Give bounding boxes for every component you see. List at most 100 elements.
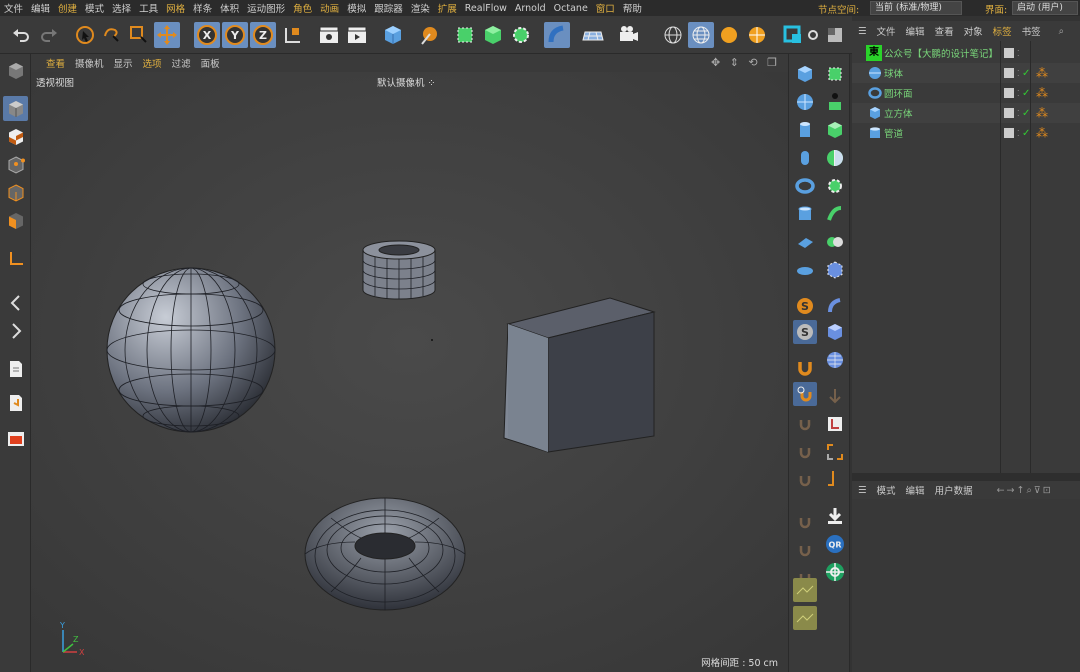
hamburger-icon[interactable]: ☰ <box>852 485 872 496</box>
menu-octane[interactable]: Octane <box>550 3 592 14</box>
menu-extensions[interactable]: 扩展 <box>434 1 461 15</box>
object-name[interactable]: 球体 <box>884 66 903 80</box>
palette-corner-2[interactable] <box>823 466 847 490</box>
active-camera-label[interactable]: 默认摄像机 ⁘ <box>377 75 436 89</box>
tube-object[interactable] <box>362 240 436 300</box>
menu-mode[interactable]: 模式 <box>81 1 108 15</box>
node-space-select[interactable]: 当前 (标准/物理) <box>870 1 962 15</box>
viewport-menu-display[interactable]: 显示 <box>109 56 138 70</box>
visibility-dots-icon[interactable]: ⁚ <box>1017 89 1020 98</box>
palette-spline-s2[interactable]: S <box>793 320 817 344</box>
lines-display-button[interactable] <box>688 22 714 48</box>
floor-button[interactable] <box>580 22 606 48</box>
phong-tag-icon[interactable]: ⁂ <box>1036 86 1048 100</box>
palette-torus[interactable] <box>793 174 817 198</box>
hamburger-icon[interactable]: ☰ <box>852 26 872 37</box>
menu-tools[interactable]: 工具 <box>135 1 162 15</box>
menu-spline[interactable]: 样条 <box>189 1 216 15</box>
phong-tag-icon[interactable]: ⁂ <box>1036 126 1048 140</box>
z-axis-lock-button[interactable]: Z <box>250 22 276 48</box>
viewport-menu-options[interactable]: 选项 <box>138 56 167 70</box>
viewport-menu-cameras[interactable]: 摄像机 <box>70 56 109 70</box>
workplane-button[interactable] <box>822 22 848 48</box>
object-row-torus[interactable]: 圆环面 ⁚ ✓ ⁂ <box>852 83 1080 103</box>
axis-mode-button[interactable] <box>3 246 28 271</box>
om-menu-view[interactable]: 查看 <box>930 24 959 38</box>
box-select-button[interactable] <box>126 22 152 48</box>
polygons-mode-button[interactable] <box>3 208 28 233</box>
palette-cylinder[interactable] <box>793 118 817 142</box>
shading-button[interactable] <box>716 22 742 48</box>
points-mode-button[interactable] <box>3 152 28 177</box>
palette-correction[interactable] <box>823 412 847 436</box>
menu-realflow[interactable]: RealFlow <box>461 3 511 14</box>
palette-spline-s[interactable]: S <box>793 294 817 318</box>
nav-arrows-icon[interactable]: ←→↑⌕⊽⊡ <box>992 485 1058 496</box>
palette-capsule[interactable] <box>793 146 817 170</box>
texture-mode-button[interactable] <box>3 124 28 149</box>
menu-mograph[interactable]: 运动图形 <box>243 1 289 15</box>
visibility-dots-icon[interactable]: ⁚ <box>1017 109 1020 118</box>
object-name[interactable]: 管道 <box>884 126 903 140</box>
viewport-menu-view[interactable]: 查看 <box>41 56 70 70</box>
palette-figure[interactable] <box>823 90 847 114</box>
undo-button[interactable] <box>8 22 34 48</box>
folder-button[interactable] <box>3 426 28 451</box>
visibility-dots-icon[interactable]: ⁚ <box>1017 129 1020 138</box>
visibility-dots-icon[interactable]: ⁚ <box>1017 49 1020 58</box>
object-name[interactable]: 立方体 <box>884 106 913 120</box>
object-row-tube[interactable]: 管道 ⁚ ✓ ⁂ <box>852 123 1080 143</box>
layer-toggle-icon[interactable] <box>1004 48 1014 58</box>
cube-object-button[interactable] <box>380 22 406 48</box>
move-tool-button[interactable] <box>154 22 180 48</box>
previous-button[interactable] <box>3 290 28 315</box>
palette-sphere[interactable] <box>793 90 817 114</box>
menu-character[interactable]: 角色 <box>289 1 316 15</box>
menu-mesh[interactable]: 网格 <box>162 1 189 15</box>
object-row-cube[interactable]: 立方体 ⁚ ✓ ⁂ <box>852 103 1080 123</box>
menu-file[interactable]: 文件 <box>0 1 27 15</box>
palette-plugin[interactable] <box>823 560 847 584</box>
om-menu-tags[interactable]: 标签 <box>988 24 1017 38</box>
redo-button[interactable] <box>36 22 62 48</box>
am-menu-mode[interactable]: 模式 <box>872 483 901 497</box>
palette-deformer-cube[interactable] <box>823 258 847 282</box>
extrude-button[interactable] <box>480 22 506 48</box>
layer-toggle-icon[interactable] <box>1004 128 1014 138</box>
phong-tag-icon[interactable]: ⁂ <box>1036 66 1048 80</box>
y-axis-lock-button[interactable]: Y <box>222 22 248 48</box>
shading-lines-button[interactable] <box>744 22 770 48</box>
menu-volume[interactable]: 体积 <box>216 1 243 15</box>
menu-arnold[interactable]: Arnold <box>511 3 550 14</box>
viewport-navigation-icons[interactable]: ✥ ⇕ ⟲ ❐ <box>711 56 780 69</box>
palette-sweep[interactable] <box>823 202 847 226</box>
pen-tool-button[interactable] <box>416 22 442 48</box>
boole-button[interactable] <box>508 22 534 48</box>
render-view-button[interactable] <box>316 22 342 48</box>
palette-magnet-link[interactable] <box>793 382 817 406</box>
layer-toggle-icon[interactable] <box>1004 108 1014 118</box>
search-icon[interactable]: ⌕ <box>1054 26 1069 37</box>
palette-disabled-7[interactable] <box>823 384 847 408</box>
palette-disabled-3[interactable] <box>793 468 817 492</box>
palette-download[interactable] <box>823 504 847 528</box>
model-mode-button[interactable] <box>3 96 28 121</box>
coordinate-system-button[interactable] <box>279 22 305 48</box>
palette-gradient-2[interactable] <box>793 606 817 630</box>
palette-disabled-4[interactable] <box>793 510 817 534</box>
camera-button[interactable] <box>616 22 642 48</box>
next-button[interactable] <box>3 318 28 343</box>
palette-bulge[interactable] <box>823 320 847 344</box>
menu-tracker[interactable]: 跟踪器 <box>370 1 407 15</box>
subdivision-button[interactable] <box>452 22 478 48</box>
palette-tube[interactable] <box>793 202 817 226</box>
deformer-button[interactable] <box>544 22 570 48</box>
sphere-object[interactable] <box>106 267 276 433</box>
am-menu-userdata[interactable]: 用户数据 <box>930 483 978 497</box>
palette-null[interactable] <box>823 62 847 86</box>
object-row-sphere[interactable]: 球体 ⁚ ✓ ⁂ <box>852 63 1080 83</box>
display-mode-button[interactable] <box>660 22 686 48</box>
menu-animate[interactable]: 动画 <box>316 1 343 15</box>
x-axis-lock-button[interactable]: X <box>194 22 220 48</box>
palette-corner[interactable] <box>823 440 847 464</box>
